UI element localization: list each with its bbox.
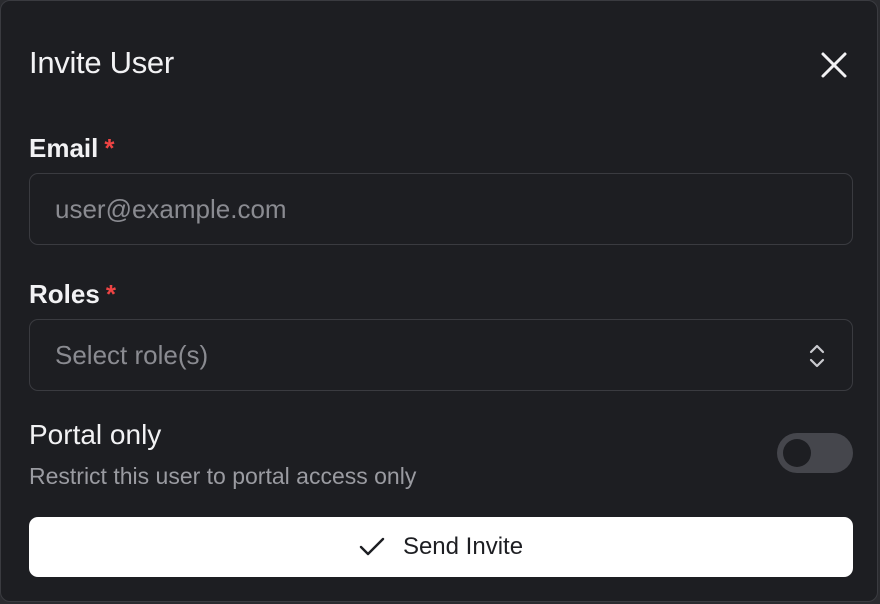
roles-select-placeholder: Select role(s) — [55, 340, 209, 370]
roles-label: Roles * — [29, 278, 116, 310]
check-icon — [359, 537, 385, 556]
email-label-text: Email — [29, 133, 99, 163]
email-field-wrapper — [29, 173, 853, 245]
roles-select[interactable]: Select role(s) — [29, 319, 853, 391]
close-button[interactable] — [814, 45, 854, 85]
close-icon — [821, 52, 847, 78]
send-invite-button[interactable]: Send Invite — [29, 517, 853, 577]
portal-only-toggle[interactable] — [777, 433, 853, 473]
email-required-mark: * — [104, 133, 115, 163]
dialog-title: Invite User — [29, 45, 174, 80]
email-label: Email * — [29, 132, 115, 164]
toggle-knob — [783, 439, 811, 467]
portal-only-title: Portal only — [29, 419, 162, 450]
roles-required-mark: * — [105, 279, 116, 309]
chevron-up-down-icon — [809, 344, 825, 368]
roles-label-text: Roles — [29, 279, 100, 309]
send-invite-label: Send Invite — [402, 533, 524, 560]
portal-only-description: Restrict this user to portal access only — [29, 463, 417, 489]
invite-user-dialog: Invite User Email* Roles* Select role(s)… — [0, 0, 878, 602]
email-field[interactable] — [30, 174, 852, 244]
